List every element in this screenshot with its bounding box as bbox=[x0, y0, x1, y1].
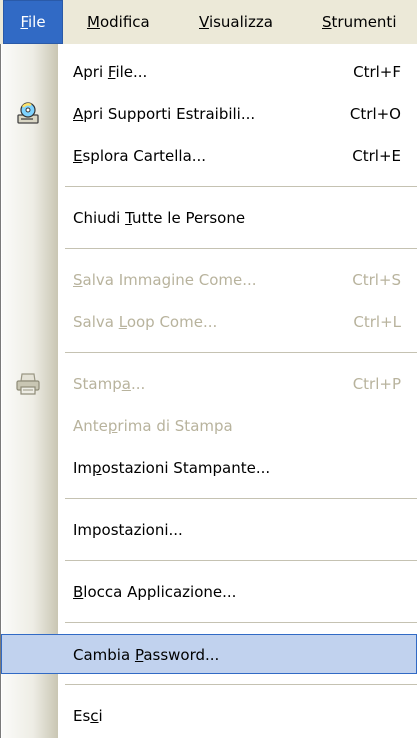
menu-modifica[interactable]: Modifica bbox=[87, 0, 150, 44]
menu-file-accel: F bbox=[20, 13, 28, 31]
menu-item-print[interactable]: Stampa... Ctrl+P bbox=[1, 364, 417, 404]
menu-item-label: Apri Supporti Estraibili... bbox=[73, 105, 256, 123]
menu-visualizza-rest: isualizza bbox=[208, 13, 273, 31]
menu-strumenti-rest: trumenti bbox=[331, 13, 397, 31]
menu-visualizza-accel: V bbox=[199, 13, 209, 31]
menu-separator bbox=[65, 498, 417, 499]
menu-item-print-preview[interactable]: Anteprima di Stampa bbox=[1, 406, 417, 446]
menu-item-lock-app[interactable]: Blocca Applicazione... bbox=[1, 572, 417, 612]
menu-modifica-accel: M bbox=[87, 13, 100, 31]
menu-item-label: Esplora Cartella... bbox=[73, 147, 207, 165]
menu-separator bbox=[65, 352, 417, 353]
removable-media-icon bbox=[15, 101, 41, 127]
menu-item-close-all[interactable]: Chiudi Tutte le Persone bbox=[1, 198, 417, 238]
menu-item-shortcut: Ctrl+S bbox=[352, 271, 401, 289]
menu-item-open-file[interactable]: Apri File... Ctrl+F bbox=[1, 52, 417, 92]
menu-item-shortcut: Ctrl+O bbox=[349, 105, 401, 123]
menu-item-label: Blocca Applicazione... bbox=[73, 583, 237, 601]
menu-item-save-loop[interactable]: Salva Loop Come... Ctrl+L bbox=[1, 302, 417, 342]
menu-item-change-password[interactable]: Cambia Password... bbox=[1, 634, 417, 674]
menu-item-shortcut: Ctrl+P bbox=[352, 375, 401, 393]
menu-item-printer-settings[interactable]: Impostazioni Stampante... bbox=[1, 448, 417, 488]
menu-separator bbox=[65, 684, 417, 685]
menu-item-label: Esci bbox=[73, 707, 103, 725]
menu-item-save-image[interactable]: Salva Immagine Come... Ctrl+S bbox=[1, 260, 417, 300]
menu-item-label: Apri File... bbox=[73, 63, 148, 81]
menu-strumenti[interactable]: Strumenti bbox=[322, 0, 396, 44]
printer-icon bbox=[15, 371, 41, 397]
menu-item-open-removable[interactable]: Apri Supporti Estraibili... Ctrl+O bbox=[1, 94, 417, 134]
menu-item-label: Salva Immagine Come... bbox=[73, 271, 257, 289]
menu-separator bbox=[65, 186, 417, 187]
menu-file[interactable]: File bbox=[3, 0, 63, 44]
menu-item-exit[interactable]: Esci bbox=[1, 696, 417, 736]
menu-item-label: Chiudi Tutte le Persone bbox=[73, 209, 246, 227]
menu-item-shortcut: Ctrl+F bbox=[353, 63, 401, 81]
menu-item-label: Stampa... bbox=[73, 375, 146, 393]
menu-item-label: Impostazioni Stampante... bbox=[73, 459, 271, 477]
menu-item-label: Impostazioni... bbox=[73, 521, 183, 539]
menu-separator bbox=[65, 248, 417, 249]
menu-item-shortcut: Ctrl+E bbox=[352, 147, 401, 165]
menu-file-rest: ile bbox=[27, 13, 46, 31]
file-menu-dropdown: Apri File... Ctrl+F Apri Supporti Estrai… bbox=[0, 44, 417, 738]
menu-item-label: Anteprima di Stampa bbox=[73, 417, 233, 435]
menu-item-label: Cambia Password... bbox=[73, 646, 220, 664]
menu-bar: File Modifica Visualizza Strumenti bbox=[0, 0, 417, 45]
menu-separator bbox=[65, 622, 417, 623]
menu-item-browse-folder[interactable]: Esplora Cartella... Ctrl+E bbox=[1, 136, 417, 176]
menu-modifica-rest: odifica bbox=[99, 13, 150, 31]
menu-item-settings[interactable]: Impostazioni... bbox=[1, 510, 417, 550]
menu-strumenti-accel: S bbox=[322, 13, 332, 31]
menu-item-shortcut: Ctrl+L bbox=[353, 313, 401, 331]
menu-visualizza[interactable]: Visualizza bbox=[199, 0, 273, 44]
menu-item-label: Salva Loop Come... bbox=[73, 313, 218, 331]
menu-separator bbox=[65, 560, 417, 561]
